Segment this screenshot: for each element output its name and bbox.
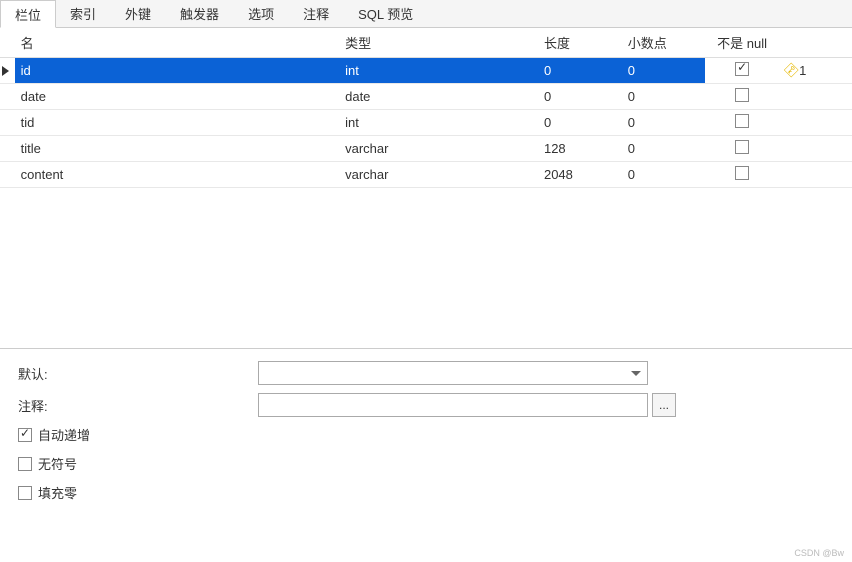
auto-increment-label: 自动递增 <box>38 425 90 444</box>
row-indicator-cell <box>0 58 15 84</box>
auto-increment-option[interactable]: 自动递增 <box>18 425 834 444</box>
table-row[interactable]: idint00⚿1 <box>0 58 852 84</box>
watermark: CSDN @Bw <box>794 548 844 558</box>
tab-4[interactable]: 选项 <box>234 0 289 27</box>
tab-1[interactable]: 索引 <box>56 0 111 27</box>
row-indicator-cell <box>0 136 15 162</box>
field-notnull-cell[interactable] <box>705 84 778 110</box>
table-row[interactable]: contentvarchar20480 <box>0 162 852 188</box>
field-type-cell[interactable]: int <box>339 110 538 136</box>
field-details-panel: 默认: 注释: ... 自动递增 无符号 填充零 <box>0 349 852 524</box>
col-name-header[interactable]: 名 <box>15 28 339 58</box>
tab-5[interactable]: 注释 <box>289 0 344 27</box>
field-key-cell[interactable] <box>779 110 852 136</box>
table-row[interactable]: titlevarchar1280 <box>0 136 852 162</box>
field-notnull-cell[interactable] <box>705 162 778 188</box>
default-combobox[interactable] <box>258 361 648 385</box>
comment-input[interactable] <box>258 393 648 417</box>
fields-table: 名 类型 长度 小数点 不是 null idint00⚿1datedate00t… <box>0 28 852 188</box>
field-notnull-cell[interactable] <box>705 58 778 84</box>
field-key-cell[interactable]: ⚿1 <box>779 58 852 84</box>
field-notnull-cell[interactable] <box>705 136 778 162</box>
field-key-cell[interactable] <box>779 136 852 162</box>
row-indicator-cell <box>0 110 15 136</box>
field-key-cell[interactable] <box>779 84 852 110</box>
notnull-checkbox[interactable] <box>735 88 749 102</box>
tabs: 栏位索引外键触发器选项注释SQL 预览 <box>0 0 852 28</box>
field-name-cell[interactable]: title <box>15 136 339 162</box>
tab-3[interactable]: 触发器 <box>166 0 234 27</box>
notnull-checkbox[interactable] <box>735 62 749 76</box>
field-notnull-cell[interactable] <box>705 110 778 136</box>
unsigned-label: 无符号 <box>38 454 77 473</box>
notnull-checkbox[interactable] <box>735 140 749 154</box>
comment-label: 注释: <box>18 396 258 415</box>
field-name-cell[interactable]: date <box>15 84 339 110</box>
chevron-down-icon <box>631 371 641 376</box>
default-label: 默认: <box>18 364 258 383</box>
auto-increment-checkbox[interactable] <box>18 428 32 442</box>
field-key-cell[interactable] <box>779 162 852 188</box>
col-key-header <box>779 28 852 58</box>
tab-2[interactable]: 外键 <box>111 0 166 27</box>
field-type-cell[interactable]: varchar <box>339 162 538 188</box>
field-length-cell[interactable]: 128 <box>538 136 622 162</box>
zerofill-label: 填充零 <box>38 483 77 502</box>
field-decimal-cell[interactable]: 0 <box>622 136 706 162</box>
field-type-cell[interactable]: int <box>339 58 538 84</box>
row-indicator-cell <box>0 162 15 188</box>
table-row[interactable]: tidint00 <box>0 110 852 136</box>
col-notnull-header[interactable]: 不是 null <box>705 28 778 58</box>
tab-6[interactable]: SQL 预览 <box>344 0 428 27</box>
field-name-cell[interactable]: id <box>15 58 339 84</box>
unsigned-option[interactable]: 无符号 <box>18 454 834 473</box>
unsigned-checkbox[interactable] <box>18 457 32 471</box>
field-decimal-cell[interactable]: 0 <box>622 110 706 136</box>
field-type-cell[interactable]: varchar <box>339 136 538 162</box>
field-name-cell[interactable]: content <box>15 162 339 188</box>
notnull-checkbox[interactable] <box>735 166 749 180</box>
col-decimal-header[interactable]: 小数点 <box>622 28 706 58</box>
tab-0[interactable]: 栏位 <box>0 0 56 28</box>
col-indicator-header <box>0 28 15 58</box>
zerofill-checkbox[interactable] <box>18 486 32 500</box>
row-pointer-icon <box>2 66 9 76</box>
field-decimal-cell[interactable]: 0 <box>622 84 706 110</box>
field-length-cell[interactable]: 0 <box>538 84 622 110</box>
zerofill-option[interactable]: 填充零 <box>18 483 834 502</box>
field-decimal-cell[interactable]: 0 <box>622 162 706 188</box>
field-name-cell[interactable]: tid <box>15 110 339 136</box>
field-length-cell[interactable]: 0 <box>538 110 622 136</box>
notnull-checkbox[interactable] <box>735 114 749 128</box>
col-type-header[interactable]: 类型 <box>339 28 538 58</box>
field-length-cell[interactable]: 0 <box>538 58 622 84</box>
row-indicator-cell <box>0 84 15 110</box>
field-decimal-cell[interactable]: 0 <box>622 58 706 84</box>
field-length-cell[interactable]: 2048 <box>538 162 622 188</box>
table-row[interactable]: datedate00 <box>0 84 852 110</box>
col-length-header[interactable]: 长度 <box>538 28 622 58</box>
field-type-cell[interactable]: date <box>339 84 538 110</box>
comment-more-button[interactable]: ... <box>652 393 676 417</box>
primary-key-icon: ⚿1 <box>785 62 807 79</box>
